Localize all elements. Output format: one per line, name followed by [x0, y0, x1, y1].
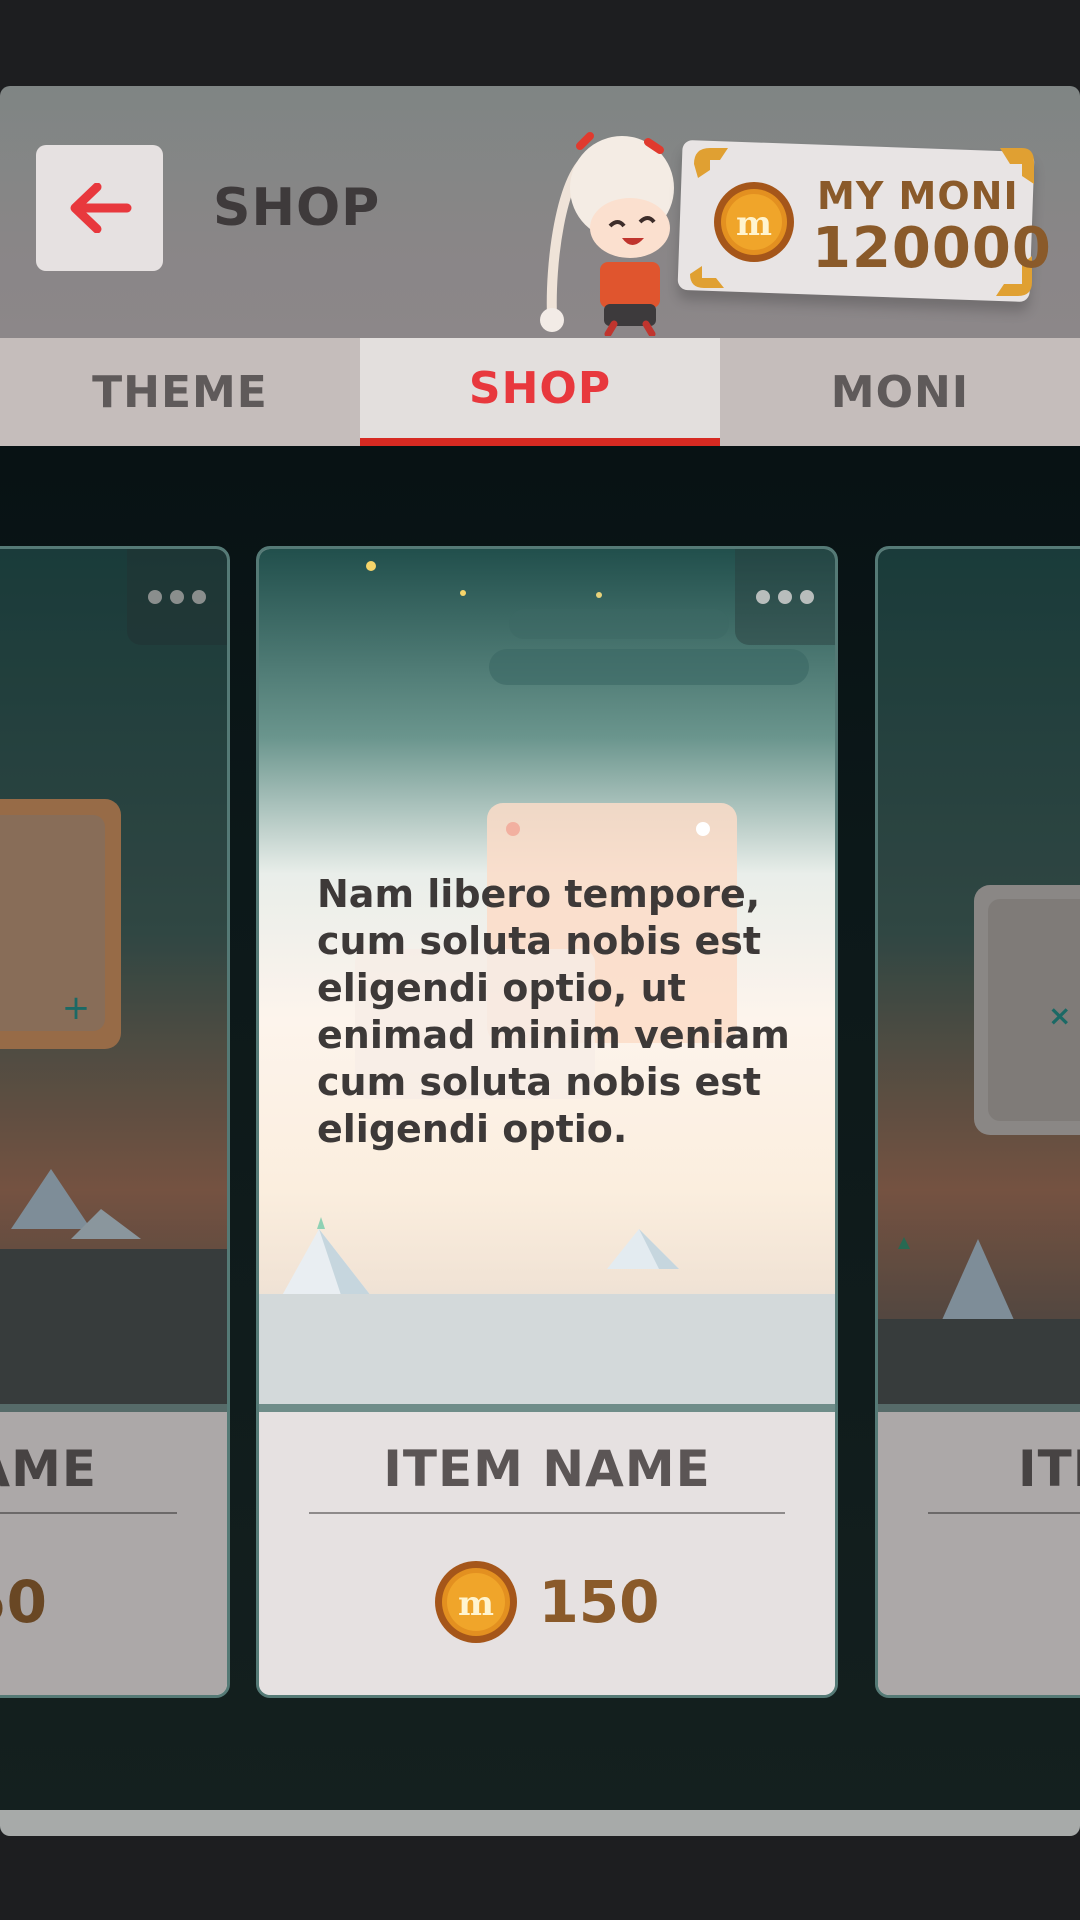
tab-shop[interactable]: SHOP	[360, 338, 720, 446]
back-button[interactable]	[36, 145, 163, 271]
wallet-panel: m MY MONI 120000	[672, 134, 1051, 312]
svg-text:+: +	[62, 988, 91, 1028]
price-row: m 150	[259, 1557, 835, 1647]
coin-icon: m	[435, 1561, 518, 1643]
item-name: AME	[0, 1440, 97, 1498]
wallet-amount: 120000	[812, 216, 1052, 281]
coin-icon: m	[714, 182, 794, 262]
header: SHOP m MY MONI 120000	[0, 86, 1080, 338]
page-title: SHOP	[213, 178, 381, 238]
wallet-label: MY MONI	[817, 174, 1019, 218]
card-footer: AME 50	[0, 1404, 227, 1695]
svg-text:m: m	[458, 1584, 494, 1624]
app-frame: SHOP m MY MONI 120000 THEME SHOP MONI + …	[0, 86, 1080, 1836]
svg-text:×: ×	[1048, 999, 1071, 1032]
divider	[0, 1512, 177, 1514]
tab-moni[interactable]: MONI	[720, 338, 1080, 446]
card-footer: ITE	[878, 1404, 1080, 1695]
svg-text:m: m	[736, 204, 772, 244]
item-carousel[interactable]: + AME 50	[0, 446, 1080, 1836]
tab-theme[interactable]: THEME	[0, 338, 360, 446]
bottom-bar	[0, 1810, 1080, 1836]
item-card-right[interactable]: × ITE	[875, 546, 1080, 1698]
item-name: ITE	[1018, 1440, 1080, 1498]
item-price: 50	[0, 1568, 47, 1636]
card-footer: ITEM NAME m 150	[259, 1404, 835, 1695]
card-artwork: +	[0, 549, 227, 1404]
card-artwork: ×	[878, 549, 1080, 1404]
item-name: ITEM NAME	[383, 1440, 711, 1498]
price-row: 50	[0, 1557, 227, 1647]
tab-bar: THEME SHOP MONI	[0, 338, 1080, 452]
divider	[309, 1512, 785, 1514]
item-card-left[interactable]: + AME 50	[0, 546, 230, 1698]
item-description: Nam libero tempore, cum soluta nobis est…	[317, 872, 790, 1151]
item-price: 150	[538, 1568, 660, 1636]
more-options-button[interactable]	[735, 549, 835, 645]
divider	[928, 1512, 1080, 1514]
more-options-button[interactable]	[127, 549, 227, 645]
arrow-left-icon	[70, 183, 131, 233]
item-card-center[interactable]: Nam libero tempore, cum soluta nobis est…	[256, 546, 838, 1698]
